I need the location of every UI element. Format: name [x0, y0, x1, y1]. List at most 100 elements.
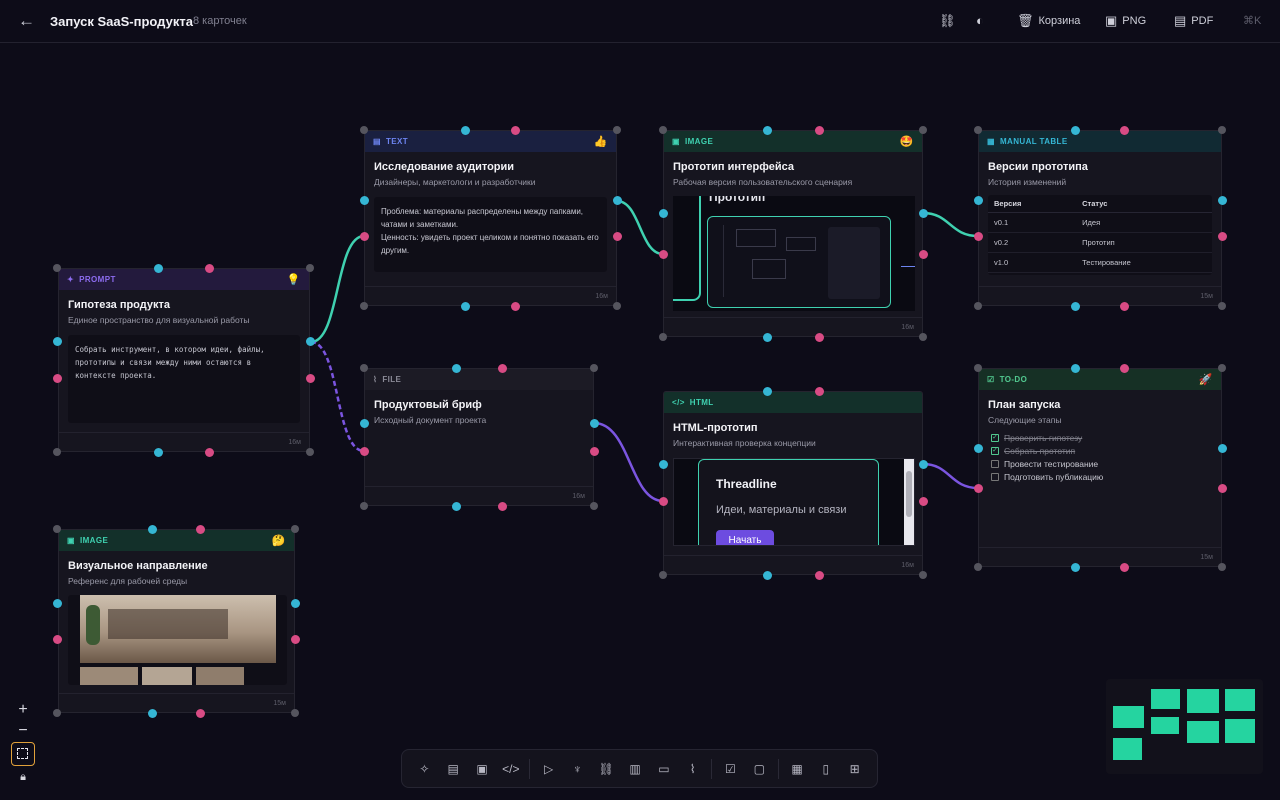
connection-handle[interactable]: [658, 208, 668, 218]
link-prompt-text[interactable]: [310, 234, 365, 344]
connection-handle[interactable]: [52, 336, 62, 346]
connection-handle[interactable]: [1217, 483, 1227, 493]
connection-handle[interactable]: [52, 634, 62, 644]
play-icon[interactable]: ▷: [534, 754, 563, 784]
table-card-icon[interactable]: ▦: [783, 754, 812, 784]
connection-handle[interactable]: [1070, 363, 1080, 373]
card-title[interactable]: Исследование аудитории: [374, 161, 607, 173]
attachment-icon[interactable]: ⌇: [678, 754, 707, 784]
connection-handle[interactable]: [612, 195, 622, 205]
connection-handle[interactable]: [658, 459, 668, 469]
connection-handle[interactable]: [589, 446, 599, 456]
table-row[interactable]: v0.1 Идея: [988, 212, 1212, 233]
text-body[interactable]: Проблема: материалы распределены между п…: [374, 197, 607, 272]
resize-handle[interactable]: [53, 448, 61, 456]
resize-handle[interactable]: [659, 571, 667, 579]
link-html-todo[interactable]: [922, 462, 979, 490]
link-button[interactable]: ⛓: [939, 13, 956, 29]
connection-handle[interactable]: [814, 386, 824, 396]
connection-handle[interactable]: [1070, 125, 1080, 135]
lock-button[interactable]: 🔒︎: [12, 768, 34, 788]
connection-handle[interactable]: [918, 208, 928, 218]
presentation-icon[interactable]: ▭: [649, 754, 678, 784]
resize-handle[interactable]: [590, 502, 598, 510]
connection-handle[interactable]: [1119, 125, 1129, 135]
resize-handle[interactable]: [360, 502, 368, 510]
connection-handle[interactable]: [147, 708, 157, 718]
connection-handle[interactable]: [1119, 301, 1129, 311]
table-cell[interactable]: v0.2: [988, 232, 1077, 253]
connection-handle[interactable]: [460, 125, 470, 135]
resize-handle[interactable]: [919, 333, 927, 341]
connection-handle[interactable]: [147, 524, 157, 534]
card-prompt[interactable]: ✦ PROMPT 💡 Гипотеза продукта Единое прос…: [58, 268, 310, 452]
connection-handle[interactable]: [1217, 443, 1227, 453]
fit-view-button[interactable]: [11, 742, 35, 766]
table-row[interactable]: v1.0 Тестирование: [988, 252, 1212, 273]
connection-handle[interactable]: [612, 231, 622, 241]
table-cell[interactable]: v1.0: [988, 252, 1077, 273]
connection-handle[interactable]: [305, 373, 315, 383]
card-file[interactable]: ⌇ FILE Продуктовый бриф Исходный докумен…: [364, 368, 594, 506]
resize-handle[interactable]: [360, 302, 368, 310]
connection-handle[interactable]: [1217, 195, 1227, 205]
book-icon[interactable]: ▯: [811, 754, 840, 784]
connection-handle[interactable]: [658, 249, 668, 259]
card-html[interactable]: </> HTML HTML-прототип Интерактивная про…: [663, 391, 923, 575]
resize-handle[interactable]: [919, 126, 927, 134]
todo-item[interactable]: Подготовить публикацию: [991, 472, 1209, 482]
resize-handle[interactable]: [1218, 364, 1226, 372]
todo-item[interactable]: Провести тестирование: [991, 459, 1209, 469]
connection-handle[interactable]: [814, 570, 824, 580]
ai-sparkle-icon[interactable]: ✧: [410, 754, 439, 784]
card-title[interactable]: HTML-прототип: [673, 422, 913, 434]
connection-handle[interactable]: [973, 443, 983, 453]
card-title[interactable]: Продуктовый бриф: [374, 399, 584, 411]
scrollbar-thumb[interactable]: [906, 471, 912, 517]
back-arrow-icon[interactable]: ←: [18, 12, 38, 32]
connection-handle[interactable]: [762, 570, 772, 580]
resize-handle[interactable]: [291, 709, 299, 717]
connection-handle[interactable]: [460, 301, 470, 311]
resize-handle[interactable]: [919, 571, 927, 579]
connection-handle[interactable]: [359, 231, 369, 241]
resize-handle[interactable]: [613, 126, 621, 134]
connection-handle[interactable]: [1217, 231, 1227, 241]
html-preview-frame[interactable]: Threadline Идеи, материалы и связи Начат…: [673, 458, 915, 546]
trash-button[interactable]: 🗑 Корзина: [1017, 13, 1080, 29]
grid-icon[interactable]: ⊞: [840, 754, 869, 784]
resize-handle[interactable]: [360, 126, 368, 134]
connection-handle[interactable]: [762, 125, 772, 135]
resize-handle[interactable]: [590, 364, 598, 372]
connection-handle[interactable]: [52, 598, 62, 608]
card-title[interactable]: План запуска: [988, 399, 1212, 411]
connection-handle[interactable]: [762, 332, 772, 342]
checkbox-unchecked[interactable]: [991, 460, 999, 468]
link-icon[interactable]: ⛓: [592, 754, 621, 784]
resize-handle[interactable]: [53, 264, 61, 272]
connection-handle[interactable]: [973, 195, 983, 205]
text-card-icon[interactable]: ▤: [439, 754, 468, 784]
resize-handle[interactable]: [360, 364, 368, 372]
card-title[interactable]: Визуальное направление: [68, 560, 285, 572]
connection-handle[interactable]: [1119, 562, 1129, 572]
resize-handle[interactable]: [974, 302, 982, 310]
connection-handle[interactable]: [973, 231, 983, 241]
connection-handle[interactable]: [762, 386, 772, 396]
connection-handle[interactable]: [204, 263, 214, 273]
resize-handle[interactable]: [659, 333, 667, 341]
theme-button[interactable]: ◐: [976, 13, 984, 28]
connection-handle[interactable]: [451, 501, 461, 511]
code-card-icon[interactable]: </>: [496, 754, 525, 784]
connection-handle[interactable]: [359, 446, 369, 456]
connection-handle[interactable]: [359, 418, 369, 428]
connection-handle[interactable]: [195, 524, 205, 534]
connection-handle[interactable]: [359, 195, 369, 205]
connection-handle[interactable]: [918, 496, 928, 506]
connection-handle[interactable]: [290, 634, 300, 644]
connection-handle[interactable]: [153, 447, 163, 457]
resize-handle[interactable]: [306, 448, 314, 456]
card-image-prototype[interactable]: ▣ IMAGE 🤩 Прототип интерфейса Рабочая ве…: [663, 130, 923, 337]
connection-handle[interactable]: [1119, 363, 1129, 373]
table-cell[interactable]: v0.1: [988, 212, 1077, 233]
